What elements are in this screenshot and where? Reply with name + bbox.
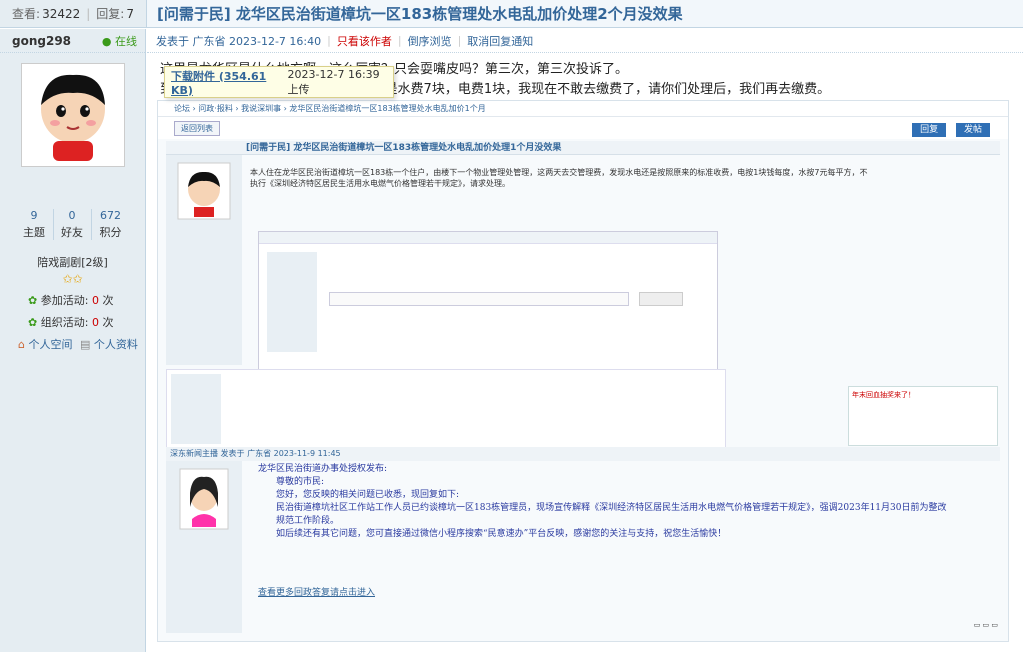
stat-num: 672 — [100, 209, 121, 222]
reverse-order-link[interactable]: 倒序浏览 — [408, 33, 452, 49]
embedded-breadcrumb: 论坛 › 问政·报料 › 我说深圳事 › 龙华区民治街道樟坑一区183栋管理处水… — [158, 101, 1008, 117]
attachment-upload-date: 2023-12-7 16:39 上传 — [287, 67, 380, 96]
rank-star-icon: ✩✩ — [62, 272, 83, 286]
online-icon: ● — [101, 34, 112, 48]
post-date: 发表于 广东省 2023-12-7 16:40 — [156, 34, 322, 48]
reply-avatar-icon — [179, 468, 229, 530]
download-attachment-link[interactable]: 下载附件 (354.61 KB) — [171, 68, 280, 97]
attachment-tooltip: 下载附件 (354.61 KB) 2023-12-7 16:39 上传 — [164, 66, 394, 98]
replies-label: 回复: — [96, 7, 125, 21]
nested-title-bar — [259, 232, 717, 244]
activity-org-count: 0 — [91, 316, 99, 329]
nested-button — [639, 292, 683, 306]
views-label: 查看: — [12, 7, 41, 21]
author-sidebar: gong298 ● 在线 9 主题 0 好友 672 积分 陪戏副剧[2级] ✩… — [0, 29, 146, 652]
activity-join-label: 参加活动: — [40, 294, 89, 307]
notice-text: 年末回血抽奖来了！ — [852, 391, 915, 399]
divider: | — [457, 34, 462, 47]
user-rank: 陪戏副剧[2级] — [37, 256, 108, 269]
activity-unit: 次 — [102, 316, 114, 329]
embedded-post-button: 发帖 — [955, 123, 990, 137]
embedded-notice: 年末回血抽奖来了！ — [848, 386, 998, 446]
thread-title: [问需于民] 龙华区民治街道樟坑一区183栋管理处水电乱加价处理2个月没效果 — [146, 0, 1023, 28]
activity-join-count: 0 — [91, 294, 99, 307]
activity-flower-icon: ✿ — [28, 294, 38, 307]
avatar-cartoon-icon — [40, 74, 105, 161]
attached-screenshot[interactable]: 论坛 › 问政·报料 › 我说深圳事 › 龙华区民治街道樟坑一区183栋管理处水… — [157, 100, 1009, 642]
divider: | — [327, 34, 331, 47]
embedded-toolbar: 返回列表 回复 发帖 — [158, 117, 1008, 139]
views-count: 32422 — [42, 6, 81, 21]
embedded-footer: ▭ ▭ ▭ — [973, 621, 998, 629]
embedded-sidebar — [166, 155, 242, 365]
stat-num: 0 — [68, 209, 76, 222]
nested-sidebar — [267, 252, 317, 352]
stat-label: 积分 — [99, 226, 122, 239]
view-reply-counts: 查看: 32422 | 回复: 7 — [0, 0, 146, 28]
divider: | — [397, 34, 402, 47]
online-status: ● 在线 — [102, 33, 137, 49]
reply-line: 龙华区民治街道办事处授权发布: — [258, 464, 388, 474]
stat-num: 9 — [30, 209, 38, 222]
activity-flower-icon: ✿ — [28, 316, 38, 329]
personal-space-link[interactable]: 个人空间 — [28, 338, 72, 351]
personal-profile-link[interactable]: 个人资料 — [94, 338, 138, 351]
nested-reply-sidebar — [171, 374, 221, 444]
embedded-reply-sidebar — [166, 461, 242, 633]
profile-icon: ▤ — [79, 338, 91, 351]
author-stats: 9 主题 0 好友 672 积分 — [0, 209, 145, 240]
reply-line: 您好，您反映的相关问题已收悉，现回复如下: — [276, 490, 460, 500]
embedded-back-button: 返回列表 — [174, 120, 220, 136]
embedded-title: [问需于民] 龙华区民治街道樟坑一区183栋管理处水电乱加价处理1个月没效果 — [166, 141, 1000, 155]
home-icon: ⌂ — [18, 338, 25, 351]
online-label: 在线 — [115, 34, 137, 48]
activity-join: ✿ 参加活动: 0 次 — [0, 292, 145, 308]
replies-count: 7 — [126, 6, 134, 21]
stat-label: 主题 — [23, 226, 45, 239]
cancel-notify-link[interactable]: 取消回复通知 — [467, 33, 533, 49]
divider: | — [86, 6, 91, 21]
stat-friends[interactable]: 0 好友 — [54, 209, 92, 240]
reply-line: 民治街道樟坑社区工作站工作人员已约谈樟坑一区183栋管理员，现场宣传解释《深圳经… — [276, 503, 947, 526]
embedded-avatar-icon — [177, 162, 231, 220]
embedded-reply-button: 回复 — [912, 123, 947, 137]
post-meta: 发表于 广东省 2023-12-7 16:40 | 只看该作者 | 倒序浏览 |… — [147, 29, 1023, 53]
stat-label: 好友 — [61, 226, 83, 239]
stat-points[interactable]: 672 积分 — [92, 209, 130, 240]
embedded-reply-text: 龙华区民治街道办事处授权发布: 尊敬的市民: 您好，您反映的相关问题已收悉，现回… — [258, 463, 948, 541]
more-replies-link: 查看更多回政答复请点击进入 — [258, 588, 376, 598]
only-author-link[interactable]: 只看该作者 — [337, 33, 392, 49]
reply-line: 尊敬的市民: — [276, 477, 325, 487]
nested-reply — [166, 369, 726, 449]
activity-unit: 次 — [102, 294, 114, 307]
author-name[interactable]: gong298 — [12, 34, 71, 48]
avatar[interactable] — [20, 63, 125, 167]
profile-links: ⌂ 个人空间 ▤ 个人资料 — [0, 336, 145, 352]
activity-org: ✿ 组织活动: 0 次 — [0, 314, 145, 330]
nested-screenshot — [258, 231, 718, 371]
embedded-body: 本人住在龙华区民治街道樟坑一区183栋一个住户，由楼下一个物业管理处管理，这两天… — [250, 168, 868, 188]
author-row: gong298 ● 在线 — [0, 29, 145, 53]
embedded-reply-header: 深东新闻主播 发表于 广东省 2023-11-9 11:45 — [166, 447, 1000, 461]
nested-input — [329, 292, 629, 306]
stat-topics[interactable]: 9 主题 — [16, 209, 54, 240]
reply-line: 如后续还有其它问题，您可直接通过微信小程序搜索“民意速办”平台反映，感谢您的关注… — [276, 529, 727, 539]
activity-org-label: 组织活动: — [40, 316, 89, 329]
